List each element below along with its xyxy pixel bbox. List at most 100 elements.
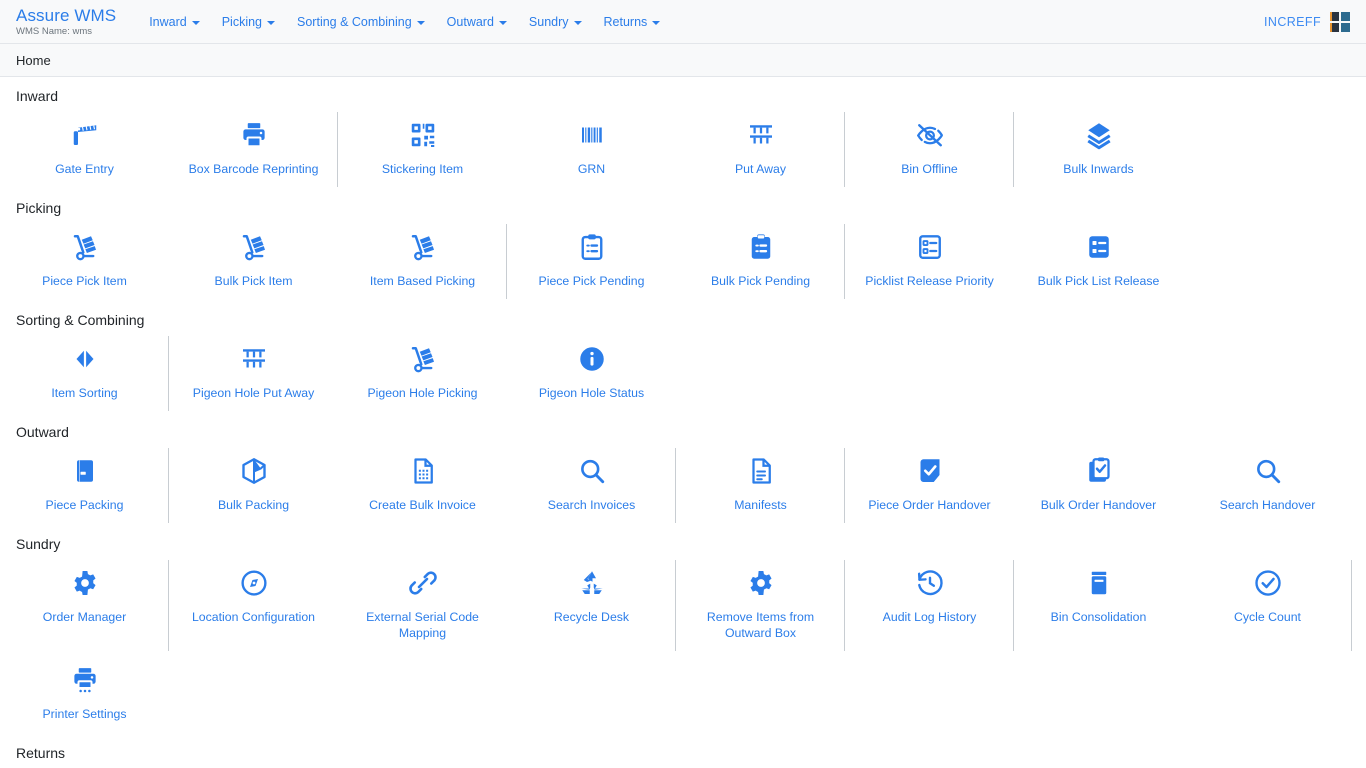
tile-label: Box Barcode Reprinting xyxy=(188,162,319,176)
tile-grn[interactable]: GRN xyxy=(507,108,676,189)
tile-label: Manifests xyxy=(734,498,787,512)
tile-label: Bin Offline xyxy=(901,162,958,176)
tile-audit-log-history[interactable]: Audit Log History xyxy=(845,556,1014,653)
tile-label: Audit Log History xyxy=(882,610,977,624)
tile-label: Bulk Inwards xyxy=(1063,162,1134,176)
tile-row: Piece Packing Bulk Packing Create Bulk Inv… xyxy=(0,444,1366,525)
tile-label: Piece Pick Pending xyxy=(538,274,645,288)
nav-menu: Inward Picking Sorting & Combining Outward S… xyxy=(138,11,671,33)
dashboard-content: Inward Gate Entry Box Barcode Reprinting St… xyxy=(0,77,1366,768)
tile-row: Item Sorting Pigeon Hole Put Away Pigeon H… xyxy=(0,332,1366,413)
nav-item-picking[interactable]: Picking xyxy=(211,11,286,33)
logo-square-bottom-right xyxy=(1341,23,1350,32)
brand-title: Assure WMS xyxy=(16,5,117,25)
tile-printer-settings[interactable]: Printer Settings xyxy=(0,653,169,734)
check-circle-icon xyxy=(1253,566,1283,600)
tile-bulk-order-handover[interactable]: Bulk Order Handover xyxy=(1014,444,1183,525)
tile-label: Order Manager xyxy=(42,610,127,624)
nav-item-label: Returns xyxy=(603,15,648,29)
tile-gate-entry[interactable]: Gate Entry xyxy=(0,108,169,189)
tile-label: Bulk Pick List Release xyxy=(1037,274,1160,288)
tile-item-based-picking[interactable]: Item Based Picking xyxy=(338,220,507,301)
brand-block[interactable]: Assure WMS WMS Name: wms xyxy=(16,6,116,38)
tile-label: Bulk Order Handover xyxy=(1040,498,1157,512)
logo-square-top-left xyxy=(1330,12,1339,21)
top-navbar: Assure WMS WMS Name: wms Inward Picking So… xyxy=(0,0,1366,44)
tile-bulk-pick-pending[interactable]: Bulk Pick Pending xyxy=(676,220,845,301)
tile-label: External Serial Code Mapping xyxy=(366,610,479,640)
chevron-down-icon xyxy=(573,21,582,25)
check-square-edit-icon xyxy=(915,454,945,488)
shelf-rack-icon xyxy=(746,118,776,152)
chevron-down-icon xyxy=(652,21,661,25)
tile-item-sorting[interactable]: Item Sorting xyxy=(0,332,169,413)
tile-put-away[interactable]: Put Away xyxy=(676,108,845,189)
tile-label: Search Handover xyxy=(1219,498,1316,512)
tile-stickering-item[interactable]: Stickering Item xyxy=(338,108,507,189)
compass-icon xyxy=(239,566,269,600)
nav-item-sorting-combining[interactable]: Sorting & Combining xyxy=(286,11,436,33)
tile-cycle-count[interactable]: Cycle Count xyxy=(1183,556,1352,653)
tile-label: Put Away xyxy=(734,162,787,176)
chevron-down-icon xyxy=(416,21,425,25)
nav-item-outward[interactable]: Outward xyxy=(436,11,518,33)
tile-picklist-release-priority[interactable]: Picklist Release Priority xyxy=(845,220,1014,301)
breadcrumb: Home xyxy=(0,44,1366,77)
tile-order-manager[interactable]: Order Manager xyxy=(0,556,169,653)
tile-pigeon-hole-picking[interactable]: Pigeon Hole Picking xyxy=(338,332,507,413)
nav-item-label: Inward xyxy=(149,15,187,29)
tile-recycle-desk[interactable]: Recycle Desk xyxy=(507,556,676,653)
open-box-3d-icon xyxy=(239,454,269,488)
tile-bin-offline[interactable]: Bin Offline xyxy=(845,108,1014,189)
search-icon xyxy=(1253,454,1283,488)
tile-row: Piece Pick Item Bulk Pick Item Item Based … xyxy=(0,220,1366,301)
tile-label: Piece Pick Item xyxy=(42,274,127,288)
invoice-document-icon xyxy=(408,454,438,488)
list-box-outline-icon xyxy=(915,230,945,264)
tile-bulk-packing[interactable]: Bulk Packing xyxy=(169,444,338,525)
breadcrumb-home[interactable]: Home xyxy=(16,53,51,68)
hand-truck-icon xyxy=(408,342,438,376)
logo-square-top-right xyxy=(1341,12,1350,21)
tile-box-barcode-reprinting[interactable]: Box Barcode Reprinting xyxy=(169,108,338,189)
tile-label: Cycle Count xyxy=(1234,610,1301,624)
section-title: Sundry xyxy=(16,536,61,552)
tile-label: Gate Entry xyxy=(55,162,114,176)
tile-pigeon-hole-status[interactable]: Pigeon Hole Status xyxy=(507,332,676,413)
tile-pigeon-hole-put-away[interactable]: Pigeon Hole Put Away xyxy=(169,332,338,413)
navbar-right: INCREFF xyxy=(1264,0,1350,44)
section-returns: ReturnsSearch Return OrdersReturn Gate E… xyxy=(0,734,1366,768)
tile-piece-order-handover[interactable]: Piece Order Handover xyxy=(845,444,1014,525)
tile-bin-consolidation[interactable]: Bin Consolidation xyxy=(1014,556,1183,653)
tile-bulk-pick-list-release[interactable]: Bulk Pick List Release xyxy=(1014,220,1183,301)
nav-item-sundry[interactable]: Sundry xyxy=(518,11,593,33)
tile-label: Bulk Pick Pending xyxy=(710,274,811,288)
nav-item-inward[interactable]: Inward xyxy=(138,11,211,33)
tile-label: Piece Order Handover xyxy=(868,498,991,512)
section-outward: Outward Piece Packing Bulk Packing Create B… xyxy=(0,413,1366,525)
tile-label: Item Based Picking xyxy=(369,274,476,288)
layers-stack-icon xyxy=(1084,118,1114,152)
tile-piece-packing[interactable]: Piece Packing xyxy=(0,444,169,525)
tile-remove-items-from-outward-box[interactable]: Remove Items from Outward Box xyxy=(676,556,845,653)
hand-truck-icon xyxy=(408,230,438,264)
tile-create-bulk-invoice[interactable]: Create Bulk Invoice xyxy=(338,444,507,525)
section-sundry: Sundry Order Manager Location Configuratio… xyxy=(0,525,1366,653)
tile-external-serial-code-mapping[interactable]: External Serial Code Mapping xyxy=(338,556,507,653)
tile-search-invoices[interactable]: Search Invoices xyxy=(507,444,676,525)
section-title: Outward xyxy=(16,424,69,440)
tile-piece-pick-pending[interactable]: Piece Pick Pending xyxy=(507,220,676,301)
tile-search-handover[interactable]: Search Handover xyxy=(1183,444,1352,525)
tile-manifests[interactable]: Manifests xyxy=(676,444,845,525)
tile-bulk-pick-item[interactable]: Bulk Pick Item xyxy=(169,220,338,301)
printer-dots-icon xyxy=(70,663,100,697)
clock-history-icon xyxy=(915,566,945,600)
nav-item-returns[interactable]: Returns xyxy=(593,11,672,33)
tile-location-configuration[interactable]: Location Configuration xyxy=(169,556,338,653)
gear-icon xyxy=(70,566,100,600)
four-square-grid-icon[interactable] xyxy=(1330,12,1350,32)
left-right-arrows-icon xyxy=(70,342,100,376)
tile-bulk-inwards[interactable]: Bulk Inwards xyxy=(1014,108,1183,189)
section-title: Picking xyxy=(16,200,62,216)
tile-piece-pick-item[interactable]: Piece Pick Item xyxy=(0,220,169,301)
